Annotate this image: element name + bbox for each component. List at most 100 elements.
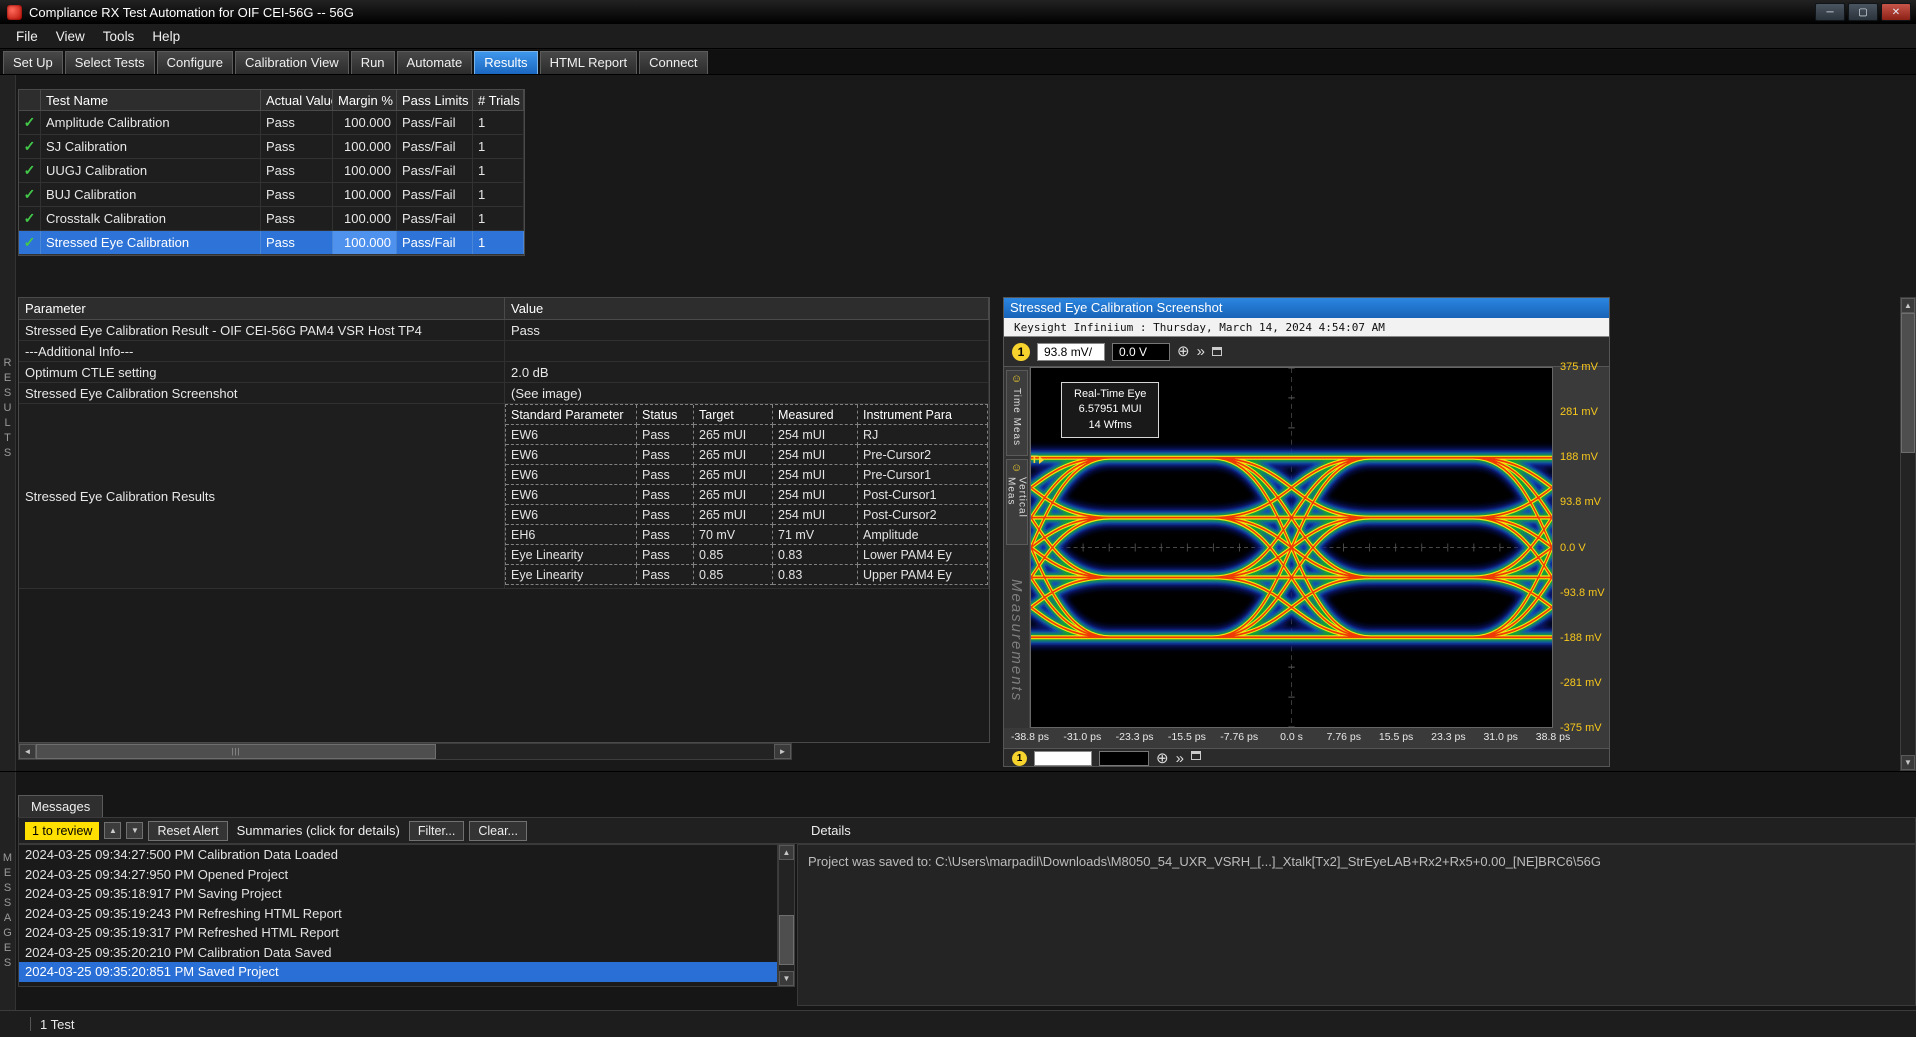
parameter-row[interactable]: Optimum CTLE setting 2.0 dB bbox=[19, 362, 989, 383]
actual-value-cell: Pass bbox=[261, 183, 333, 206]
channel-1-badge[interactable]: 1 bbox=[1012, 343, 1030, 361]
add-measurement-icon[interactable]: ⊕ bbox=[1156, 751, 1169, 766]
scroll-down-button[interactable]: ▼ bbox=[779, 971, 794, 986]
table-row[interactable]: ✓ SJ Calibration Pass 100.000 Pass/Fail … bbox=[19, 135, 524, 159]
list-item[interactable]: 2024-03-25 09:35:19:317 PM Refreshed HTM… bbox=[19, 923, 777, 943]
tab-html-report[interactable]: HTML Report bbox=[540, 51, 638, 74]
col-actual-value[interactable]: Actual Value bbox=[261, 90, 333, 110]
messages-tab[interactable]: Messages bbox=[18, 795, 103, 817]
y-axis-label: 188 mV bbox=[1560, 451, 1598, 463]
undock-icon[interactable] bbox=[1191, 751, 1201, 760]
clear-button[interactable]: Clear... bbox=[469, 821, 527, 841]
table-row[interactable]: ✓ BUJ Calibration Pass 100.000 Pass/Fail… bbox=[19, 183, 524, 207]
tab-set-up[interactable]: Set Up bbox=[3, 51, 63, 74]
col-measured[interactable]: Measured bbox=[773, 405, 858, 425]
messages-side-tab[interactable]: MESSAGES bbox=[0, 772, 16, 1010]
messages-side-tab-label: MESSAGES bbox=[2, 772, 14, 1010]
tab-calibration-view[interactable]: Calibration View bbox=[235, 51, 349, 74]
table-row[interactable]: ✓ UUGJ Calibration Pass 100.000 Pass/Fai… bbox=[19, 159, 524, 183]
scroll-down-button[interactable]: ▼ bbox=[1901, 755, 1915, 770]
tab-select-tests[interactable]: Select Tests bbox=[65, 51, 155, 74]
add-measurement-icon[interactable]: ⊕ bbox=[1177, 344, 1190, 359]
col-margin[interactable]: Margin % bbox=[333, 90, 397, 110]
menu-help[interactable]: Help bbox=[144, 27, 188, 46]
calibration-result-row[interactable]: EW6 Pass 265 mUI 254 mUI Post-Cursor1 bbox=[506, 485, 988, 505]
scrollbar-thumb[interactable]: ||| bbox=[36, 744, 436, 759]
scrollbar-thumb[interactable] bbox=[1901, 313, 1915, 453]
scroll-up-button[interactable]: ▲ bbox=[779, 845, 794, 860]
scale-field[interactable] bbox=[1034, 751, 1092, 766]
parameter-row[interactable]: Stressed Eye Calibration Result - OIF CE… bbox=[19, 320, 989, 341]
target-cell: 0.85 bbox=[694, 565, 773, 585]
col-trials[interactable]: # Trials bbox=[473, 90, 524, 110]
parameter-cell: Stressed Eye Calibration Screenshot bbox=[19, 383, 505, 403]
table-row[interactable]: ✓ Amplitude Calibration Pass 100.000 Pas… bbox=[19, 111, 524, 135]
standard-parameter-cell: EW6 bbox=[506, 425, 637, 445]
calibration-result-row[interactable]: EW6 Pass 265 mUI 254 mUI Pre-Cursor1 bbox=[506, 465, 988, 485]
test-name-cell: Amplitude Calibration bbox=[41, 111, 261, 134]
tab-configure[interactable]: Configure bbox=[157, 51, 233, 74]
col-standard-parameter[interactable]: Standard Parameter bbox=[506, 405, 637, 425]
calibration-result-row[interactable]: Eye Linearity Pass 0.85 0.83 Lower PAM4 … bbox=[506, 545, 988, 565]
col-test-name[interactable]: Test Name bbox=[41, 90, 261, 110]
menu-view[interactable]: View bbox=[48, 27, 93, 46]
message-list-scrollbar[interactable]: ▲ ▼ bbox=[778, 844, 795, 987]
tab-connect[interactable]: Connect bbox=[639, 51, 707, 74]
col-instrument-parameter[interactable]: Instrument Para bbox=[858, 405, 988, 425]
calibration-result-row[interactable]: EW6 Pass 265 mUI 254 mUI Post-Cursor2 bbox=[506, 505, 988, 525]
review-badge[interactable]: 1 to review bbox=[25, 822, 99, 840]
list-item[interactable]: 2024-03-25 09:34:27:500 PM Calibration D… bbox=[19, 845, 777, 865]
list-item[interactable]: 2024-03-25 09:35:20:210 PM Calibration D… bbox=[19, 943, 777, 963]
list-item[interactable]: 2024-03-25 09:35:19:243 PM Refreshing HT… bbox=[19, 904, 777, 924]
tab-vertical-meas[interactable]: ☺ Vertical Meas bbox=[1006, 459, 1028, 545]
list-item-selected[interactable]: 2024-03-25 09:35:20:851 PM Saved Project bbox=[19, 962, 777, 982]
parameter-row[interactable]: Stressed Eye Calibration Results Standar… bbox=[19, 404, 989, 589]
parameter-row[interactable]: Stressed Eye Calibration Screenshot (See… bbox=[19, 383, 989, 404]
col-pass-limits[interactable]: Pass Limits bbox=[397, 90, 473, 110]
pass-limits-cell: Pass/Fail bbox=[397, 111, 473, 134]
calibration-result-row[interactable]: EW6 Pass 265 mUI 254 mUI Pre-Cursor2 bbox=[506, 445, 988, 465]
table-row[interactable]: ✓ Crosstalk Calibration Pass 100.000 Pas… bbox=[19, 207, 524, 231]
pass-limits-cell: Pass/Fail bbox=[397, 135, 473, 158]
scroll-left-button[interactable]: ◄ bbox=[19, 744, 36, 759]
tab-automate[interactable]: Automate bbox=[397, 51, 473, 74]
minimize-button[interactable]: ─ bbox=[1815, 3, 1845, 21]
vertical-scrollbar[interactable]: ▲ ▼ bbox=[1900, 297, 1916, 771]
results-side-tab[interactable]: RESULTS bbox=[0, 75, 16, 771]
list-item[interactable]: 2024-03-25 09:35:18:917 PM Saving Projec… bbox=[19, 884, 777, 904]
scrollbar-thumb[interactable] bbox=[779, 915, 794, 965]
menu-file[interactable]: File bbox=[8, 27, 46, 46]
tab-results[interactable]: Results bbox=[474, 51, 537, 74]
parameter-row[interactable]: ---Additional Info--- bbox=[19, 341, 989, 362]
list-item[interactable]: 2024-03-25 09:34:27:950 PM Opened Projec… bbox=[19, 865, 777, 885]
time-axis: -38.8 ps -31.0 ps -23.3 ps -15.5 ps -7.7… bbox=[1030, 728, 1553, 748]
close-button[interactable]: ✕ bbox=[1881, 3, 1911, 21]
next-alert-button[interactable]: ▼ bbox=[126, 822, 143, 839]
maximize-button[interactable]: ▢ bbox=[1848, 3, 1878, 21]
tab-time-meas[interactable]: ☺ Time Meas bbox=[1006, 370, 1028, 456]
reset-alert-button[interactable]: Reset Alert bbox=[148, 821, 227, 841]
channel-1-badge[interactable]: 1 bbox=[1012, 751, 1027, 766]
calibration-result-row[interactable]: EH6 Pass 70 mV 71 mV Amplitude bbox=[506, 525, 988, 545]
col-status[interactable]: Status bbox=[637, 405, 694, 425]
col-target[interactable]: Target bbox=[694, 405, 773, 425]
scroll-up-button[interactable]: ▲ bbox=[1901, 298, 1915, 313]
col-value[interactable]: Value bbox=[505, 298, 989, 319]
horizontal-scrollbar[interactable]: ◄ ||| ► bbox=[18, 743, 792, 760]
vertical-scale-field[interactable]: 93.8 mV/ bbox=[1037, 343, 1105, 361]
expand-icon[interactable]: » bbox=[1176, 751, 1184, 766]
filter-button[interactable]: Filter... bbox=[409, 821, 465, 841]
undock-icon[interactable] bbox=[1212, 347, 1222, 356]
tab-run[interactable]: Run bbox=[351, 51, 395, 74]
scroll-right-button[interactable]: ► bbox=[774, 744, 791, 759]
menu-tools[interactable]: Tools bbox=[95, 27, 143, 46]
vertical-offset-field[interactable]: 0.0 V bbox=[1112, 343, 1170, 361]
expand-icon[interactable]: » bbox=[1197, 344, 1205, 359]
trigger-marker-icon[interactable]: T bbox=[1031, 454, 1044, 466]
col-parameter[interactable]: Parameter bbox=[19, 298, 505, 319]
calibration-result-row[interactable]: EW6 Pass 265 mUI 254 mUI RJ bbox=[506, 425, 988, 445]
table-row-selected[interactable]: ✓ Stressed Eye Calibration Pass 100.000 … bbox=[19, 231, 524, 255]
offset-field[interactable] bbox=[1099, 751, 1149, 766]
calibration-result-row[interactable]: Eye Linearity Pass 0.85 0.83 Upper PAM4 … bbox=[506, 565, 988, 585]
previous-alert-button[interactable]: ▲ bbox=[104, 822, 121, 839]
